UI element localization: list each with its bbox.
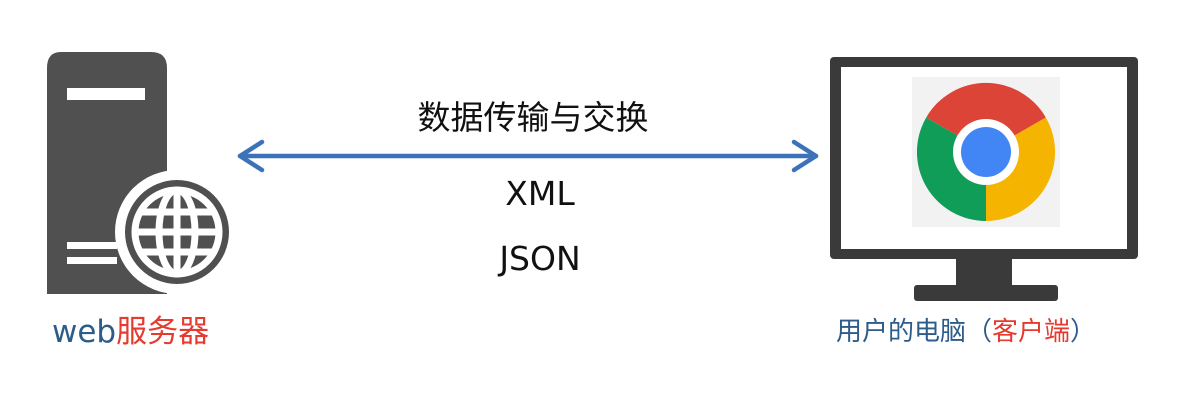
server-label-main: 服务器: [116, 314, 210, 350]
format-json: JSON: [499, 239, 581, 278]
server-globe-icon: [47, 52, 239, 294]
transfer-title: 数据传输与交换: [417, 98, 649, 137]
client-label-suffix: ）: [1070, 317, 1097, 347]
server-label: web服务器: [52, 312, 209, 352]
format-xml: XML: [505, 174, 575, 213]
client-label-prefix: 用户的电脑（: [836, 317, 993, 347]
chrome-logo-icon: [912, 77, 1060, 227]
monitor-icon: [830, 57, 1138, 301]
bidirectional-arrow: [237, 139, 819, 173]
client-label: 用户的电脑（客户端）: [836, 314, 1096, 350]
server-label-prefix: web: [52, 314, 117, 350]
client-label-highlight: 客户端: [992, 317, 1071, 347]
